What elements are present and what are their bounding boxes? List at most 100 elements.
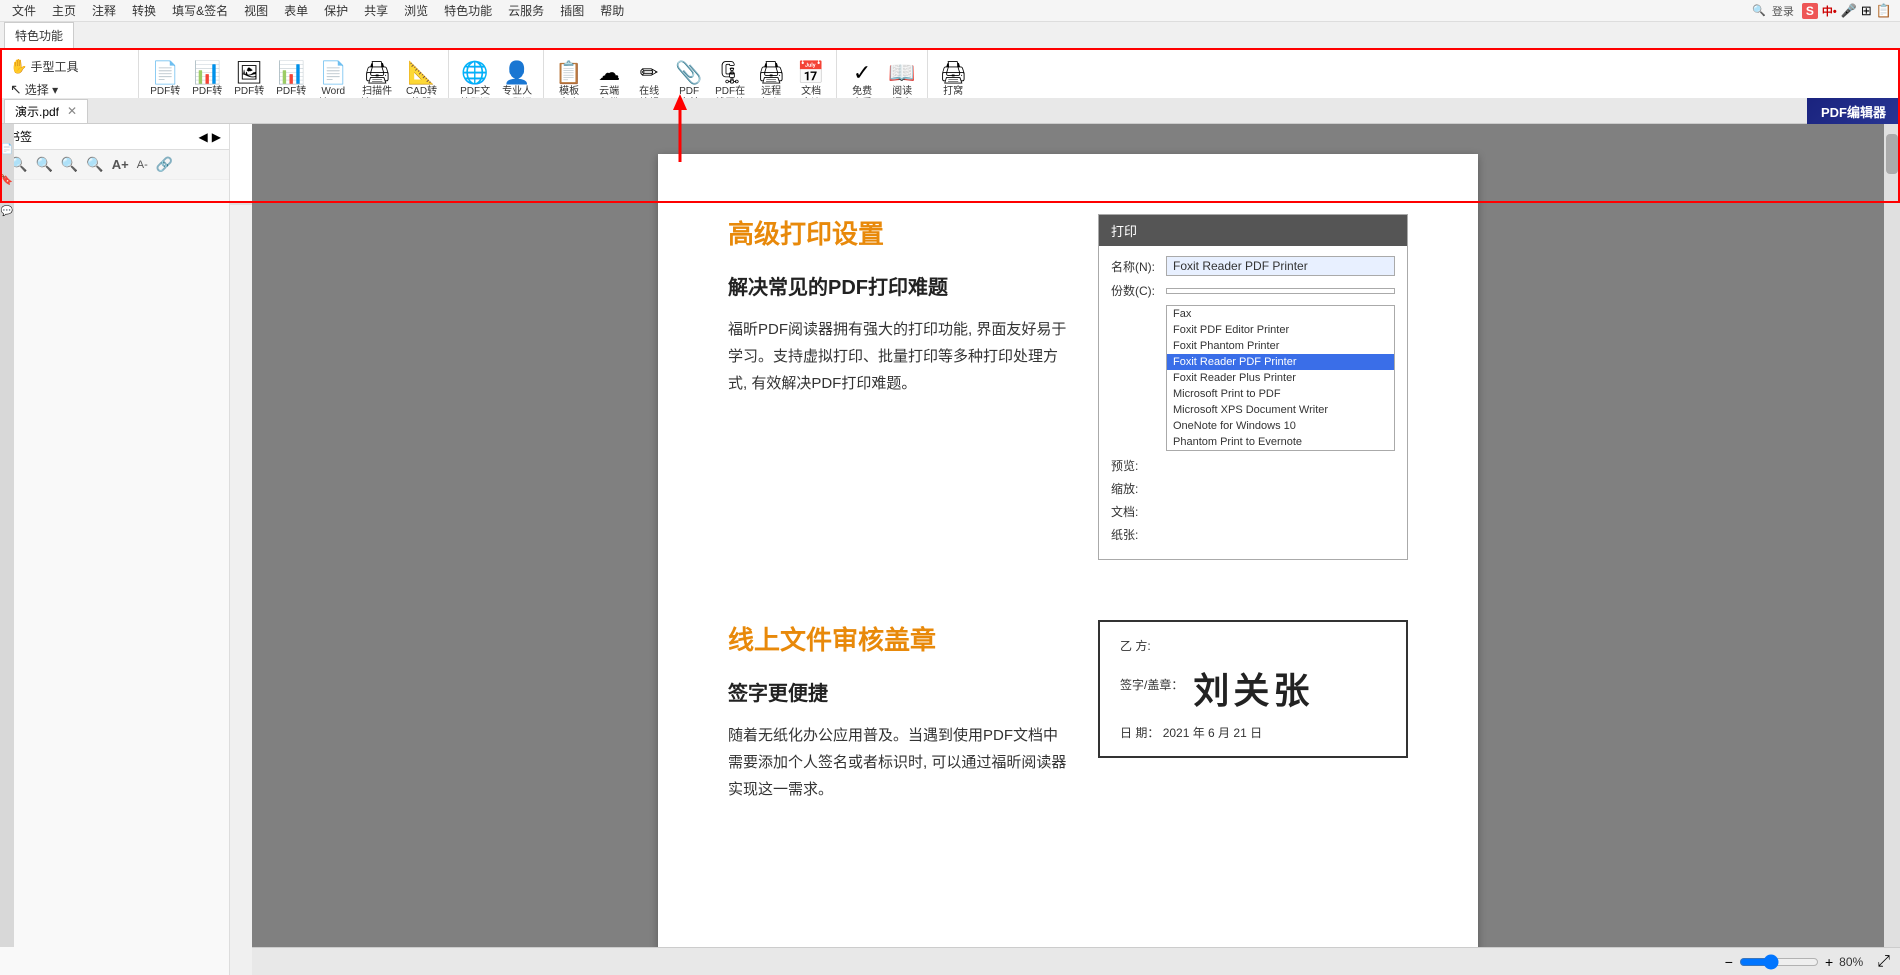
menu-share[interactable]: 共享: [356, 0, 396, 21]
print-name-row: 名称(N): Foxit Reader PDF Printer: [1111, 256, 1395, 276]
printer-foxit-plus[interactable]: Foxit Reader Plus Printer: [1167, 370, 1394, 386]
online-edit-icon: ✏: [640, 60, 658, 86]
menu-browse[interactable]: 浏览: [396, 0, 436, 21]
doc-tab-close[interactable]: ✕: [67, 104, 77, 118]
print-dialog-header: 打印: [1099, 215, 1407, 246]
print-list-row: Fax Foxit PDF Editor Printer Foxit Phant…: [1111, 305, 1395, 451]
remote-print-icon: 🖨: [757, 60, 785, 86]
doc-meeting-icon: 📅: [797, 60, 824, 86]
printer-ms-pdf[interactable]: Microsoft Print to PDF: [1167, 386, 1394, 402]
pro-translate-icon: 👤: [503, 60, 530, 86]
sidebar-nav-buttons: ◀ ▶: [199, 130, 221, 144]
zoom-control: − + 80% ⤢: [1725, 953, 1890, 971]
printer-foxit-phantom[interactable]: Foxit Phantom Printer: [1167, 338, 1394, 354]
printer-evernote[interactable]: Phantom Print to Evernote: [1167, 434, 1394, 450]
left-icon-1[interactable]: 📄: [1, 144, 13, 155]
print-icon: 🖨: [939, 60, 967, 86]
sidebar: 书签 ◀ ▶ 🔍 🔍 🔍 🔍 A+ A- 🔗: [0, 124, 230, 975]
login-button[interactable]: 登录: [1772, 3, 1794, 19]
print-copies-row: 份数(C):: [1111, 282, 1395, 299]
clipboard-icon[interactable]: 📋: [1876, 3, 1892, 19]
grid-icon[interactable]: ⊞: [1861, 3, 1872, 19]
zoom-slider[interactable]: [1739, 954, 1819, 970]
bookmark-zoom-in-icon[interactable]: 🔍: [31, 154, 56, 175]
menu-sign[interactable]: 填写&签名: [164, 0, 236, 21]
print-button[interactable]: 🖨 打窝: [934, 56, 972, 102]
print-section: 高级打印设置 解决常见的PDF打印难题 福昕PDF阅读器拥有强大的打印功能, 界…: [728, 214, 1408, 560]
search-box[interactable]: 🔍: [1752, 4, 1766, 17]
expand-button[interactable]: ⤢: [1877, 953, 1890, 971]
print-section-title: 高级打印设置: [728, 214, 1068, 251]
print-dialog-body: 名称(N): Foxit Reader PDF Printer 份数(C):: [1099, 246, 1407, 559]
menu-home[interactable]: 主页: [44, 0, 84, 21]
printer-foxit-reader[interactable]: Foxit Reader PDF Printer: [1167, 354, 1394, 370]
sig-section-title: 线上文件审核盖章: [728, 620, 1068, 657]
font-decrease-icon[interactable]: A-: [133, 157, 152, 173]
zoom-minus-button[interactable]: −: [1725, 954, 1733, 970]
select-icon: ↖: [10, 81, 22, 98]
pdf-compress-icon: 🗜: [716, 60, 744, 86]
select-tool-button[interactable]: ↖ 选择 ▾: [6, 79, 82, 100]
pdf-ppt-icon: 📊: [194, 60, 221, 86]
bookmark-add-icon[interactable]: 🔍: [82, 154, 107, 175]
menu-protect[interactable]: 保护: [316, 0, 356, 21]
menu-annotate[interactable]: 注释: [84, 0, 124, 21]
template-icon: 📋: [555, 60, 582, 86]
print-section-body: 福昕PDF阅读器拥有强大的打印功能, 界面友好易于学习。支持虚拟打印、批量打印等…: [728, 316, 1068, 397]
pdf-editor-tab[interactable]: PDF编辑器: [1807, 98, 1900, 124]
sig-date-value: 2021 年 6 月 21 日: [1163, 726, 1262, 740]
mic-icon[interactable]: 🎤: [1841, 3, 1857, 19]
menu-help[interactable]: 帮助: [592, 0, 632, 21]
scrollbar-thumb[interactable]: [1886, 134, 1898, 174]
reading-survey-icon: 📖: [888, 60, 915, 86]
sig-date-label: 日 期：: [1120, 726, 1159, 740]
printer-fax[interactable]: Fax: [1167, 306, 1394, 322]
doc-tab[interactable]: 演示.pdf ✕: [4, 99, 88, 123]
link-icon[interactable]: 🔗: [152, 154, 177, 175]
sig-content-left: 线上文件审核盖章 签字更便捷 随着无纸化办公应用普及。当遇到使用PDF文档中需要…: [728, 620, 1068, 803]
sidebar-next[interactable]: ▶: [212, 130, 221, 144]
pdf-page: 高级打印设置 解决常见的PDF打印难题 福昕PDF阅读器拥有强大的打印功能, 界…: [658, 154, 1478, 954]
menu-plugin[interactable]: 插图: [552, 0, 592, 21]
free-check-icon: ✓: [853, 60, 871, 86]
hand-tool-button[interactable]: ✋ 手型工具: [6, 56, 82, 77]
printer-onenote[interactable]: OneNote for Windows 10: [1167, 418, 1394, 434]
printer-ms-xps[interactable]: Microsoft XPS Document Writer: [1167, 402, 1394, 418]
font-increase-icon[interactable]: A+: [108, 155, 133, 174]
printer-foxit-editor[interactable]: Foxit PDF Editor Printer: [1167, 322, 1394, 338]
menu-form[interactable]: 表单: [276, 0, 316, 21]
sig-date: 日 期： 2021 年 6 月 21 日: [1120, 724, 1386, 741]
print-preview-label: 预览:: [1111, 457, 1166, 474]
brand-label: 中•: [1822, 3, 1837, 19]
print-name-label: 名称(N):: [1111, 258, 1166, 275]
sig-name: 刘关张: [1193, 662, 1313, 714]
print-paper-row: 纸张:: [1111, 526, 1395, 543]
menu-convert[interactable]: 转换: [124, 0, 164, 21]
select-tool-label: 选择 ▾: [25, 81, 58, 98]
signature-box: 乙 方: 签字/盖章： 刘关张 日 期： 2021 年 6 月 21 日: [1098, 620, 1408, 758]
zoom-plus-button[interactable]: +: [1825, 954, 1833, 970]
menu-cloud[interactable]: 云服务: [500, 0, 552, 21]
menu-special[interactable]: 特色功能: [436, 0, 500, 21]
scrollbar[interactable]: [1884, 124, 1900, 975]
print-copies-input[interactable]: [1166, 288, 1395, 294]
zoom-percent: 80%: [1839, 955, 1863, 969]
brand-icons: S 中• 🎤 ⊞ 📋: [1802, 3, 1892, 19]
word-pdf-icon: 📄: [320, 60, 347, 86]
print-doc-row: 文档:: [1111, 503, 1395, 520]
print-scale-label: 缩放:: [1111, 480, 1166, 497]
page-area: 高级打印设置 解决常见的PDF打印难题 福昕PDF阅读器拥有强大的打印功能, 界…: [252, 124, 1884, 975]
menu-view[interactable]: 视图: [236, 0, 276, 21]
sig-row: 签字/盖章： 刘关张: [1120, 662, 1386, 714]
bookmark-zoom-out-icon[interactable]: 🔍: [57, 154, 82, 175]
print-preview-row: 预览:: [1111, 457, 1395, 474]
left-icon-2[interactable]: 🔖: [1, 175, 13, 186]
sidebar-prev[interactable]: ◀: [199, 130, 208, 144]
tab-special-features[interactable]: 特色功能: [4, 22, 74, 48]
cad-pdf-icon: 📐: [408, 60, 435, 86]
print-section-subtitle: 解决常见的PDF打印难题: [728, 271, 1068, 300]
left-icon-3[interactable]: 💬: [1, 206, 13, 217]
sig-section-body: 随着无纸化办公应用普及。当遇到使用PDF文档中需要添加个人签名或者标识时, 可以…: [728, 722, 1068, 803]
sidebar-tools: 🔍 🔍 🔍 🔍 A+ A- 🔗: [0, 150, 229, 180]
menu-file[interactable]: 文件: [4, 0, 44, 21]
